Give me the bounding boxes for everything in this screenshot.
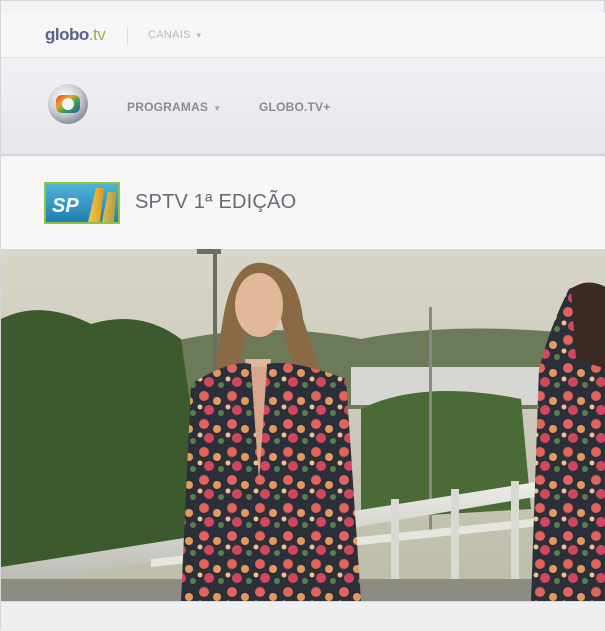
nav-programas[interactable]: PROGRAMAS ▼: [127, 100, 221, 114]
canais-menu[interactable]: CANAIS ▼: [148, 29, 203, 41]
sp-logo-text: SP: [52, 195, 79, 217]
topbar-divider: [127, 27, 128, 45]
nav-programas-label: PROGRAMAS: [127, 100, 209, 114]
main-navbar: PROGRAMAS ▼ GLOBO.TV+: [1, 58, 605, 156]
nav-globotv-plus[interactable]: GLOBO.TV+: [259, 100, 330, 114]
brand-main: globo: [45, 25, 89, 44]
video-player[interactable]: [1, 249, 605, 601]
chevron-down-icon: ▼: [213, 104, 222, 113]
globo-logo-icon[interactable]: [47, 83, 89, 125]
browser-frame: globo.tv CANAIS ▼ PROGRAMAS ▼ GLOBO.TV+ …: [0, 0, 605, 631]
globotv-topbar: globo.tv CANAIS ▼: [1, 13, 605, 58]
sptv-logo-icon[interactable]: SP: [44, 182, 120, 224]
brand-suffix: .tv: [88, 25, 106, 44]
program-header: SP SPTV 1ª EDIÇÃO: [1, 157, 605, 249]
video-frame: [1, 249, 605, 601]
page-bottom-strip: [1, 601, 605, 631]
program-title: SPTV 1ª EDIÇÃO: [135, 191, 297, 213]
globotv-logo[interactable]: globo.tv: [45, 25, 106, 45]
chevron-down-icon: ▼: [194, 31, 203, 40]
canais-label: CANAIS: [148, 29, 191, 41]
